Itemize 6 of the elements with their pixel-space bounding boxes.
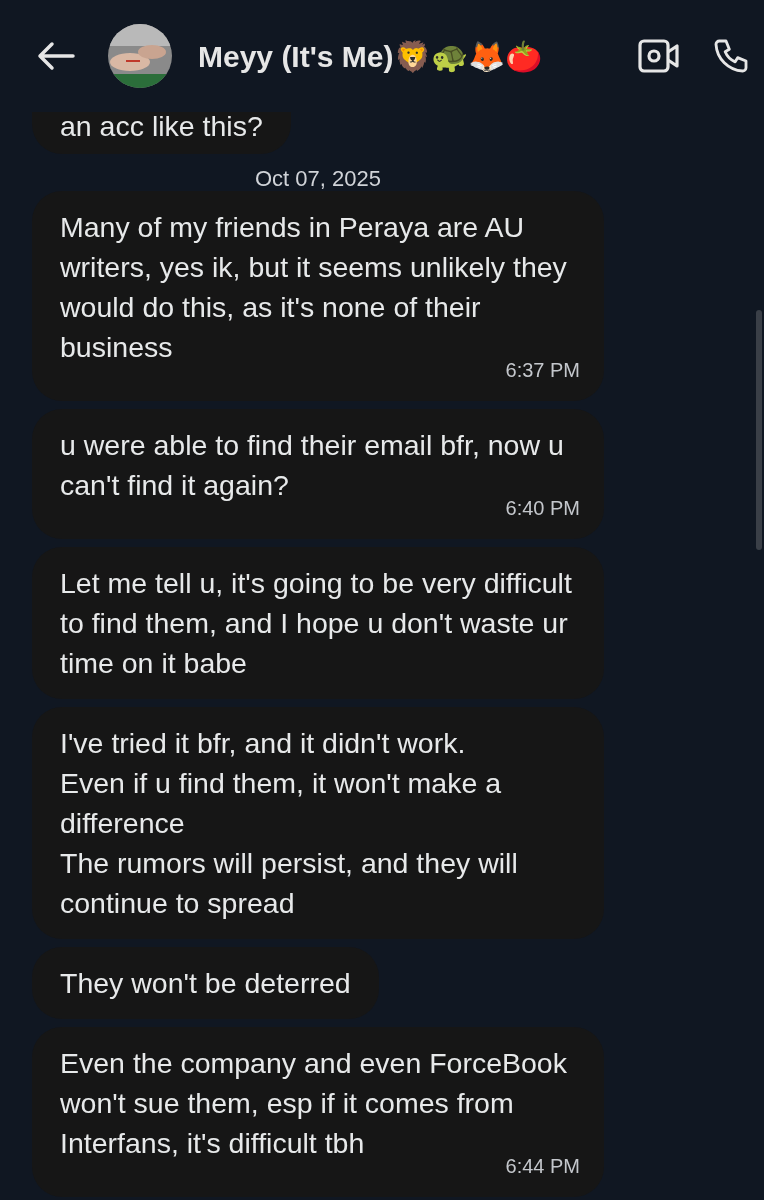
message-text: I've tried it bfr, and it didn't work. Even if u find them, it won't make a difference The rumors will persist, and they will continue to spread — [60, 726, 519, 921]
contact-name: Meyy (It's Me)🦁🐢🦊🍅 — [198, 38, 542, 75]
message-text: Let me tell u, it's going to be very difficult to find them, and I hope u don't waste ur time on it babe — [60, 566, 573, 681]
message-text: an acc like this? — [60, 109, 263, 144]
date-divider: Oct 07, 2025 — [254, 165, 382, 193]
message-text: They won't be deterred — [60, 966, 351, 1001]
